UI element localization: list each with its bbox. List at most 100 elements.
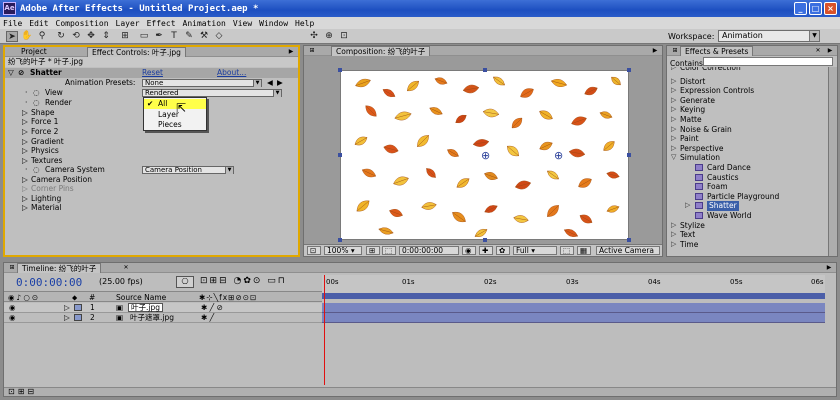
disclosure-triangle-icon[interactable]: ▽ xyxy=(8,68,14,78)
lock-icon[interactable]: ⊞ xyxy=(670,47,680,55)
menu-help[interactable]: Help xyxy=(295,19,314,28)
maximize-button[interactable]: □ xyxy=(809,2,822,15)
eye-icon[interactable]: ◉ xyxy=(9,313,16,323)
stopwatch-icon[interactable]: ◌ xyxy=(33,165,40,175)
resolution-select[interactable]: Full ▾ xyxy=(513,246,557,255)
disclosure-triangle-icon[interactable]: ▷ xyxy=(22,203,28,213)
eye-icon[interactable]: ◉ xyxy=(9,303,16,313)
tab-timeline[interactable]: Timeline: 纷飞的叶子 xyxy=(17,263,102,273)
menu-option-all[interactable]: ✔ All xyxy=(144,99,206,109)
comp-flowchart-icon[interactable]: ⎔ xyxy=(176,276,194,288)
effects-tree-item[interactable]: ▷ Expression Controls xyxy=(667,86,827,96)
menu-composition[interactable]: Composition xyxy=(56,19,109,28)
timeline-current-time[interactable]: 0:00:00:00 xyxy=(16,276,82,289)
layer-duration-bar[interactable] xyxy=(322,303,825,313)
tab-composition[interactable]: Composition: 纷飞的叶子 xyxy=(331,46,431,56)
track-xy-icon[interactable]: ✥ xyxy=(85,31,97,42)
zoom-select[interactable]: 100% ▾ xyxy=(324,246,362,255)
previous-preset-icon[interactable]: ◀ xyxy=(267,78,273,88)
panel-menu-icon[interactable]: ▶ xyxy=(825,47,835,55)
effects-tree-item[interactable]: ▷ Distort xyxy=(667,77,827,87)
hand-icon[interactable]: ✋ xyxy=(21,31,33,42)
menu-option-pieces[interactable]: Pieces xyxy=(144,120,206,130)
label-color-icon[interactable] xyxy=(74,314,82,321)
property-row-material[interactable]: ▷ Material xyxy=(5,203,298,213)
current-time[interactable]: 0:00:00:00 xyxy=(399,246,459,255)
selection-arrow-icon[interactable]: ➤ xyxy=(6,31,18,42)
presets-select[interactable]: None ▼ xyxy=(142,79,262,87)
disclosure-triangle-icon[interactable]: ▷ xyxy=(671,86,676,96)
effects-tree-item[interactable]: Particle Playground xyxy=(667,192,827,202)
effects-tree-item[interactable]: ▷ Paint xyxy=(667,134,827,144)
source-name-header[interactable]: Source Name xyxy=(116,293,166,302)
disclosure-triangle-icon[interactable]: ▷ xyxy=(671,221,676,231)
track-z-icon[interactable]: ⇕ xyxy=(100,31,112,42)
label-color-icon[interactable] xyxy=(74,304,82,311)
axis-icon[interactable]: ✣ xyxy=(308,31,320,42)
text-icon[interactable]: T xyxy=(168,31,180,42)
lock-icon[interactable]: ⊞ xyxy=(7,264,17,272)
menu-effect[interactable]: Effect xyxy=(147,19,176,28)
layer-name[interactable]: 叶子.jpg xyxy=(128,303,163,312)
fx-toggle-icon[interactable]: ⊘ xyxy=(18,68,24,78)
disclosure-triangle-icon[interactable]: ▷ xyxy=(671,240,676,250)
safe-zones-icon[interactable]: ⊞ xyxy=(366,246,380,255)
menu-layer[interactable]: Layer xyxy=(116,19,140,28)
world-axis-icon[interactable]: ⊕ xyxy=(323,31,335,42)
menu-window[interactable]: Window xyxy=(259,19,288,28)
lock-icon[interactable]: ⊞ xyxy=(307,47,317,55)
menu-option-layer[interactable]: Layer xyxy=(144,110,206,120)
disclosure-triangle-icon[interactable]: ▷ xyxy=(22,117,28,127)
layer-handle[interactable] xyxy=(627,68,631,72)
contains-search-input[interactable] xyxy=(703,57,833,66)
close-tab-icon[interactable]: ✕ xyxy=(121,264,131,272)
always-preview-icon[interactable]: ⊡ xyxy=(307,246,321,255)
disclosure-triangle-icon[interactable]: ▷ xyxy=(685,201,690,211)
layer-handle[interactable] xyxy=(338,68,342,72)
pen-icon[interactable]: ✒ xyxy=(153,31,165,42)
effect-row-shatter[interactable]: ▽ ⊘ Shatter Reset About... xyxy=(5,68,298,78)
layer-handle[interactable] xyxy=(338,153,342,157)
show-snapshot-icon[interactable]: ✚ xyxy=(479,246,493,255)
effects-tree-item[interactable]: ▷ Generate xyxy=(667,96,827,106)
transparency-grid-icon[interactable]: ▦ xyxy=(577,246,591,255)
disclosure-triangle-icon[interactable]: ▷ xyxy=(671,230,676,240)
effects-tree-item[interactable]: Foam xyxy=(667,182,827,192)
snapshot-icon[interactable]: ◉ xyxy=(462,246,476,255)
anchor-point-icon[interactable]: ⊕ xyxy=(481,149,490,162)
composition-viewer[interactable]: ⊕ ⊕ xyxy=(304,56,662,244)
layer-row[interactable]: ◉ ▷ 2 ▣ 叶子遮罩.jpg ✱ ╱ xyxy=(4,313,322,323)
disclosure-triangle-icon[interactable]: ▷ xyxy=(22,184,28,194)
disclosure-triangle-icon[interactable]: ▷ xyxy=(671,125,676,135)
layer-switch-icons[interactable]: ✱ ╱ ⊘ xyxy=(201,303,223,313)
menu-view[interactable]: View xyxy=(233,19,252,28)
disclosure-triangle-icon[interactable]: ▷ xyxy=(671,134,676,144)
disclosure-triangle-icon[interactable]: ▷ xyxy=(64,313,70,323)
reset-link[interactable]: Reset xyxy=(142,68,163,78)
mask-icon[interactable]: ⬚ xyxy=(382,246,396,255)
disclosure-triangle-icon[interactable]: ▷ xyxy=(671,144,676,154)
view-select[interactable]: Rendered ▼ xyxy=(142,89,282,97)
brush-icon[interactable]: ✎ xyxy=(183,31,195,42)
timeline-footer-icons[interactable]: ⊡⊞⊟ xyxy=(8,387,37,396)
close-tab-icon[interactable]: ✕ xyxy=(813,47,823,55)
disclosure-triangle-icon[interactable]: ▷ xyxy=(671,96,676,106)
property-row-physics[interactable]: ▷ Physics xyxy=(5,146,298,156)
pan-behind-icon[interactable]: ⊞ xyxy=(119,31,131,42)
camera-select[interactable]: Active Camera xyxy=(596,246,660,255)
menu-animation[interactable]: Animation xyxy=(183,19,226,28)
disclosure-triangle-icon[interactable]: ▷ xyxy=(64,303,70,313)
layer-duration-bar[interactable] xyxy=(322,313,825,323)
layer-handle[interactable] xyxy=(338,238,342,242)
menu-file[interactable]: File xyxy=(3,19,22,28)
current-time-indicator[interactable] xyxy=(324,275,325,385)
view-axis-icon[interactable]: ⊡ xyxy=(338,31,350,42)
disclosure-triangle-icon[interactable]: ▷ xyxy=(671,105,676,115)
disclosure-triangle-icon[interactable]: ▷ xyxy=(671,115,676,125)
disclosure-triangle-icon[interactable]: ▷ xyxy=(22,127,28,137)
layer-handle[interactable] xyxy=(627,153,631,157)
panel-menu-icon[interactable]: ▶ xyxy=(286,48,296,56)
time-ruler[interactable]: 00s 01s 02s 03s 04s 05s 06s xyxy=(322,275,825,295)
layer-handle[interactable] xyxy=(483,68,487,72)
channel-icon[interactable]: ✿ xyxy=(496,246,510,255)
